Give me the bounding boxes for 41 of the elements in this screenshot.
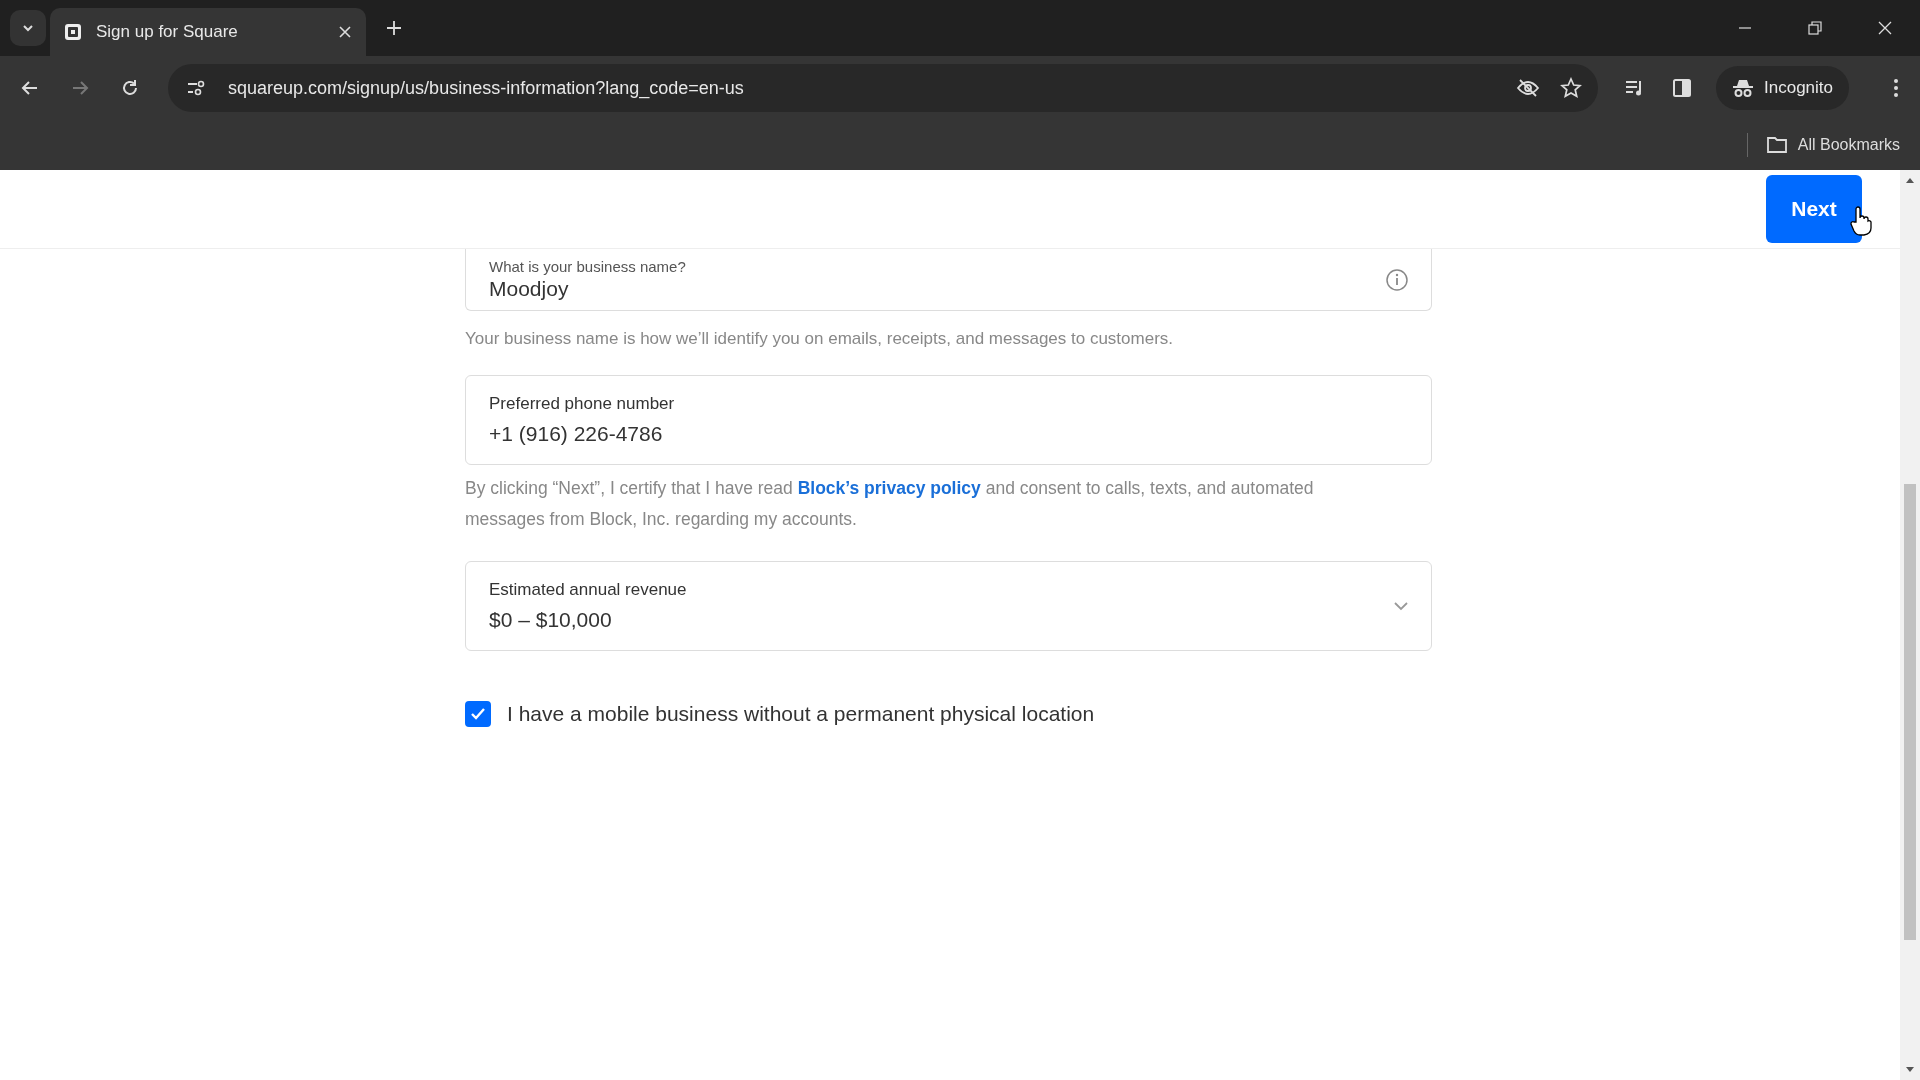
chevron-down-icon <box>1393 601 1409 611</box>
checkbox-label[interactable]: I have a mobile business without a permanent physical location <box>507 702 1095 726</box>
checkbox[interactable] <box>465 701 491 727</box>
tab-title: Sign up for Square <box>96 22 239 42</box>
close-icon[interactable] <box>338 25 352 39</box>
field-value: +1 (916) 226-4786 <box>489 422 664 446</box>
side-panel-icon[interactable] <box>1672 78 1692 98</box>
field-value: $0 – $10,000 <box>489 608 613 632</box>
privacy-policy-link[interactable]: Block’s privacy policy <box>797 478 981 498</box>
star-icon[interactable] <box>1560 77 1582 99</box>
revenue-dropdown[interactable]: Estimated annual revenue $0 – $10,000 <box>465 561 1432 651</box>
incognito-icon <box>1732 78 1754 98</box>
folder-icon <box>1765 136 1788 154</box>
scrollbar[interactable] <box>1900 170 1920 1080</box>
next-button[interactable]: Next <box>1766 175 1862 243</box>
close-icon[interactable] <box>1878 21 1892 35</box>
restore-icon[interactable] <box>1808 21 1822 35</box>
phone-field[interactable]: Preferred phone number +1 (916) 226-4786 <box>465 375 1432 465</box>
square-logo-icon <box>64 23 82 41</box>
url-text: squareup.com/signup/us/business-information?lang_code=en-us <box>228 77 744 99</box>
browser-tab[interactable]: Sign up for Square <box>50 8 366 56</box>
scroll-down-icon[interactable] <box>1905 1066 1915 1074</box>
consent-text: By clicking “Next”, I certify that I have read Block’s privacy policy and consent to calls, texts, and automated messages from Block, Inc. regarding my accounts. <box>465 477 1315 531</box>
field-label: Estimated annual revenue <box>489 580 688 600</box>
check-icon <box>470 707 486 721</box>
new-tab-icon[interactable] <box>386 20 402 36</box>
hand-cursor-icon <box>1850 206 1872 236</box>
reload-icon[interactable] <box>120 78 140 98</box>
scrollbar-thumb[interactable] <box>1904 484 1916 940</box>
menu-icon[interactable] <box>1893 78 1899 98</box>
all-bookmarks-button[interactable]: All Bookmarks <box>1765 136 1900 154</box>
field-label: Preferred phone number <box>489 394 676 414</box>
help-text: Your business name is how we’ll identify you on emails, receipts, and messages to customers. <box>465 329 1175 349</box>
address-bar[interactable]: squareup.com/signup/us/business-information?lang_code=en-us <box>168 64 1598 112</box>
field-value: Moodjoy <box>489 277 570 301</box>
scroll-up-icon[interactable] <box>1905 176 1915 184</box>
info-icon[interactable] <box>1385 267 1409 292</box>
business-name-field[interactable]: What is your business name? Moodjoy <box>465 249 1432 311</box>
eye-slash-icon[interactable] <box>1516 78 1540 98</box>
field-label: What is your business name? <box>489 258 687 275</box>
incognito-button[interactable]: Incognito <box>1716 66 1849 110</box>
